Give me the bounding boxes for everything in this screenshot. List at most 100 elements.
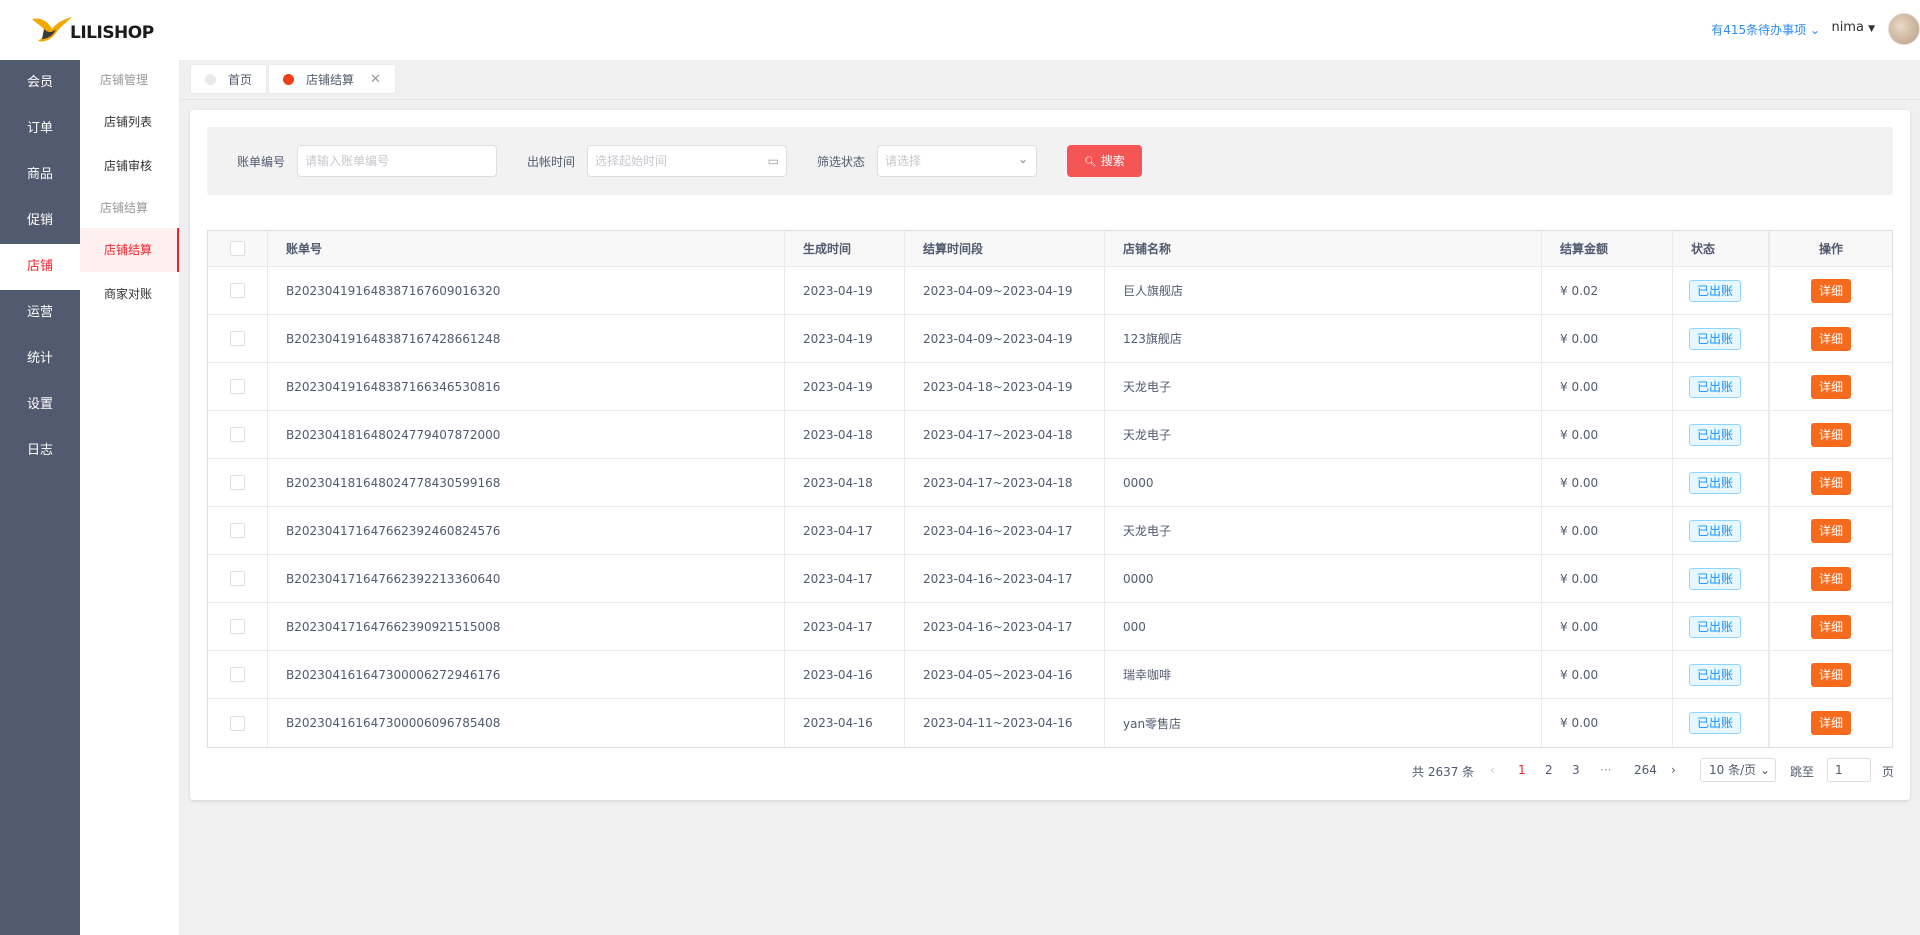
sub-item-store-list[interactable]: 店铺列表 bbox=[80, 100, 179, 144]
nav-item-goods[interactable]: 商品 bbox=[0, 152, 80, 198]
todo-link[interactable]: 有415条待办事项 ⌄ bbox=[1711, 21, 1820, 38]
search-button[interactable]: 🔍︎ 搜索 bbox=[1067, 145, 1142, 177]
sub-item-store-settlement[interactable]: 店铺结算 bbox=[80, 228, 179, 272]
nav-item-statistics[interactable]: 统计 bbox=[0, 336, 80, 382]
nav-item-store[interactable]: 店铺 bbox=[0, 244, 80, 290]
detail-button[interactable]: 详细 bbox=[1810, 662, 1851, 687]
status-badge: 已出账 bbox=[1689, 519, 1742, 542]
status-cell: 已出账 bbox=[1673, 315, 1770, 362]
search-icon: 🔍︎ bbox=[1084, 157, 1097, 168]
bill-time-picker[interactable]: 选择起始时间 ▭ bbox=[587, 145, 787, 177]
row-checkbox[interactable] bbox=[230, 475, 245, 490]
next-page-icon[interactable]: › bbox=[1671, 763, 1676, 777]
shop-name-cell: yan零售店 bbox=[1105, 699, 1542, 747]
jump-page-input[interactable]: 1 bbox=[1827, 758, 1871, 782]
close-icon[interactable]: ✕ bbox=[370, 72, 381, 87]
tab-home[interactable]: 首页 bbox=[190, 64, 268, 94]
page-2[interactable]: 2 bbox=[1545, 763, 1553, 777]
todo-text: 有415条待办事项 bbox=[1711, 23, 1807, 37]
chevron-down-icon: ⌄ bbox=[1809, 23, 1820, 37]
row-select-cell bbox=[208, 411, 268, 458]
col-header-period[interactable]: 结算时间段 bbox=[905, 231, 1105, 266]
status-badge: 已出账 bbox=[1689, 279, 1742, 302]
select-all-checkbox[interactable] bbox=[230, 241, 245, 256]
sub-item-merchant-reconciliation[interactable]: 商家对账 bbox=[80, 272, 179, 316]
detail-button[interactable]: 详细 bbox=[1810, 422, 1851, 447]
nav-item-operation[interactable]: 运营 bbox=[0, 290, 80, 336]
detail-button[interactable]: 详细 bbox=[1810, 470, 1851, 495]
table-row: B202304171647662392213360640 2023-04-17 … bbox=[208, 555, 1892, 603]
col-header-generated[interactable]: 生成时间 bbox=[785, 231, 905, 266]
page-ellipsis[interactable]: ··· bbox=[1600, 763, 1611, 777]
status-cell: 已出账 bbox=[1673, 507, 1770, 554]
status-filter-select[interactable]: 请选择 ⌄ bbox=[877, 145, 1037, 177]
nav-item-settings[interactable]: 设置 bbox=[0, 382, 80, 428]
detail-button[interactable]: 详细 bbox=[1810, 374, 1851, 399]
detail-button[interactable]: 详细 bbox=[1810, 566, 1851, 591]
sub-sidebar: 店铺管理 店铺列表 店铺审核 店铺结算 店铺结算 商家对账 bbox=[80, 60, 180, 935]
detail-button[interactable]: 详细 bbox=[1810, 326, 1851, 351]
detail-button[interactable]: 详细 bbox=[1810, 614, 1851, 639]
page-size-value: 10 条/页 bbox=[1709, 763, 1757, 777]
nav-item-promotion[interactable]: 促销 bbox=[0, 198, 80, 244]
chevron-down-icon: ⌄ bbox=[1759, 763, 1771, 777]
calendar-icon: ▭ bbox=[767, 154, 779, 168]
page-1[interactable]: 1 bbox=[1518, 763, 1526, 777]
page-size-select[interactable]: 10 条/页 ⌄ bbox=[1700, 758, 1776, 782]
caret-down-icon: ▼ bbox=[1868, 24, 1875, 34]
select-all-cell bbox=[208, 231, 268, 266]
row-select-cell bbox=[208, 555, 268, 602]
generated-date-cell: 2023-04-16 bbox=[785, 651, 905, 698]
bill-time-placeholder: 选择起始时间 bbox=[595, 154, 668, 168]
avatar[interactable] bbox=[1888, 13, 1920, 45]
status-cell: 已出账 bbox=[1673, 411, 1770, 458]
search-button-label: 搜索 bbox=[1100, 154, 1125, 168]
status-badge: 已出账 bbox=[1689, 567, 1742, 590]
row-checkbox[interactable] bbox=[230, 283, 245, 298]
action-cell: 详细 bbox=[1770, 315, 1892, 362]
bird-logo-icon bbox=[30, 13, 74, 47]
nav-item-member[interactable]: 会员 bbox=[0, 60, 80, 106]
row-select-cell bbox=[208, 603, 268, 650]
detail-button[interactable]: 详细 bbox=[1810, 278, 1851, 303]
bill-number-input[interactable]: 请输入账单编号 bbox=[297, 145, 497, 177]
pagination-total: 共 2637 条 bbox=[1412, 765, 1475, 779]
shop-name-cell: 0000 bbox=[1105, 459, 1542, 506]
table-row: B202304171647662392460824576 2023-04-17 … bbox=[208, 507, 1892, 555]
row-checkbox[interactable] bbox=[230, 619, 245, 634]
status-badge: 已出账 bbox=[1689, 471, 1742, 494]
nav-item-order[interactable]: 订单 bbox=[0, 106, 80, 152]
jump-label: 跳至 bbox=[1790, 765, 1815, 779]
row-checkbox[interactable] bbox=[230, 715, 245, 731]
settlement-period-cell: 2023-04-16~2023-04-17 bbox=[905, 603, 1105, 650]
col-header-amount[interactable]: 结算金额 bbox=[1542, 231, 1673, 266]
content-card: 账单编号 请输入账单编号 出帐时间 选择起始时间 ▭ 筛选状态 请选择 ⌄ 🔍︎… bbox=[190, 110, 1910, 800]
filter-bar: 账单编号 请输入账单编号 出帐时间 选择起始时间 ▭ 筛选状态 请选择 ⌄ 🔍︎… bbox=[207, 127, 1893, 195]
action-cell: 详细 bbox=[1770, 507, 1892, 554]
status-cell: 已出账 bbox=[1673, 459, 1770, 506]
row-select-cell bbox=[208, 699, 268, 747]
row-select-cell bbox=[208, 507, 268, 554]
row-checkbox[interactable] bbox=[230, 427, 245, 442]
page-3[interactable]: 3 bbox=[1572, 763, 1580, 777]
row-checkbox[interactable] bbox=[230, 571, 245, 586]
row-checkbox[interactable] bbox=[230, 379, 245, 394]
nav-item-logs[interactable]: 日志 bbox=[0, 428, 80, 474]
row-checkbox[interactable] bbox=[230, 667, 245, 682]
col-header-shop[interactable]: 店铺名称 bbox=[1105, 231, 1542, 266]
logo[interactable]: LILISHOP bbox=[0, 0, 180, 60]
sub-item-store-audit[interactable]: 店铺审核 bbox=[80, 144, 179, 188]
row-checkbox[interactable] bbox=[230, 331, 245, 346]
detail-button[interactable]: 详细 bbox=[1810, 518, 1851, 543]
row-checkbox[interactable] bbox=[230, 523, 245, 538]
generated-date-cell: 2023-04-17 bbox=[785, 603, 905, 650]
col-header-status[interactable]: 状态 bbox=[1673, 231, 1770, 266]
page-264[interactable]: 264 bbox=[1634, 763, 1657, 777]
user-menu[interactable]: nima ▼ bbox=[1831, 20, 1875, 35]
col-header-bill-no[interactable]: 账单号 bbox=[268, 231, 785, 266]
tab-store-settlement[interactable]: 店铺结算 ✕ bbox=[268, 64, 396, 94]
prev-page-icon[interactable]: ‹ bbox=[1490, 763, 1495, 777]
shop-name-cell: 000 bbox=[1105, 603, 1542, 650]
detail-button[interactable]: 详细 bbox=[1810, 711, 1851, 735]
status-filter-label: 筛选状态 bbox=[817, 155, 866, 169]
